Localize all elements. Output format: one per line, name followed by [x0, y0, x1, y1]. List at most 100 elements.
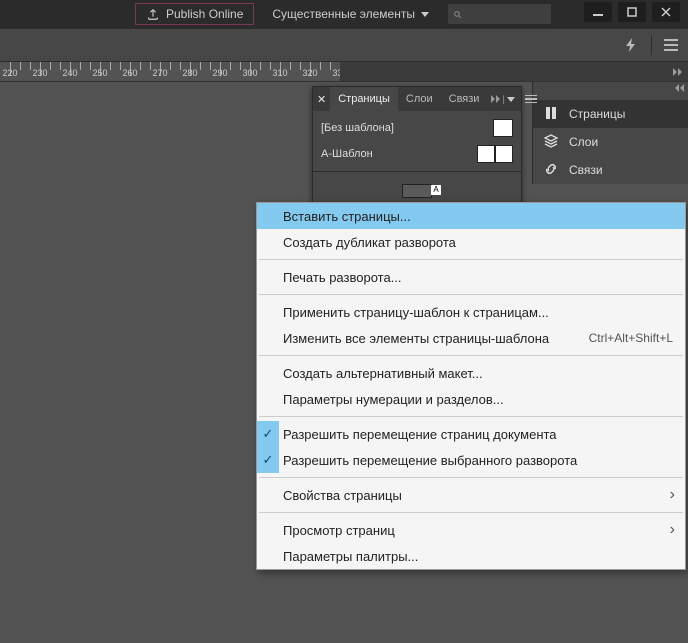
menu-separator	[259, 259, 683, 260]
menu-item[interactable]: Создать дубликат разворота	[257, 229, 685, 255]
menu-item-label: Параметры нумерации и разделов...	[283, 392, 504, 407]
horizontal-ruler: 220 230 240 250 260 270 280 290 300 310 320 330	[0, 62, 340, 82]
ruler-row: 220 230 240 250 260 270 280 290 300 310 320 330	[0, 62, 688, 82]
ruler-tick-label: 330	[332, 68, 340, 78]
menu-separator	[259, 477, 683, 478]
page-thumb-area: A	[321, 176, 513, 198]
master-thumb	[477, 145, 513, 163]
dock-item-pages[interactable]: Страницы	[533, 100, 688, 128]
minimize-icon	[593, 7, 603, 17]
links-icon	[543, 161, 559, 180]
chevron-down-icon	[421, 12, 429, 17]
dock-header	[533, 82, 688, 100]
context-menu: Вставить страницы... Создать дубликат раз…	[256, 202, 686, 570]
panel-cycle[interactable]: |	[487, 94, 518, 104]
panel-tab[interactable]: Страницы	[330, 87, 398, 111]
master-label: А-Шаблон	[321, 148, 373, 160]
menu-item[interactable]: Изменить все элементы страницы-шаблона Ct…	[257, 325, 685, 351]
window-controls	[584, 2, 680, 22]
panel-tab[interactable]: Связи	[441, 87, 488, 111]
ruler-tick-label: 320	[302, 68, 317, 78]
menu-item[interactable]: Применить страницу-шаблон к страницам...	[257, 299, 685, 325]
search-field[interactable]	[466, 7, 546, 22]
search-icon	[453, 8, 462, 21]
search-input[interactable]	[447, 3, 552, 25]
close-panel-icon[interactable]: ✕	[313, 93, 330, 106]
master-thumb	[493, 119, 513, 137]
pages-panel: ✕ СтраницыСлоиСвязи | [Без шаблона] А-Шаб…	[312, 86, 522, 207]
ruler-tick-label: 240	[62, 68, 77, 78]
close-icon	[661, 7, 671, 17]
menu-separator	[259, 512, 683, 513]
menu-item-label: Печать разворота...	[283, 270, 402, 285]
menu-item[interactable]: Вставить страницы...	[257, 203, 685, 229]
divider	[651, 35, 652, 55]
menu-item-label: Свойства страницы	[283, 488, 402, 503]
ruler-dark-area	[340, 62, 688, 81]
ruler-tick-label: 280	[182, 68, 197, 78]
menu-separator	[259, 416, 683, 417]
menu-item[interactable]: Свойства страницы	[257, 482, 685, 508]
page-master-badge: A	[431, 185, 441, 195]
menu-item-label: Разрешить перемещение выбранного разворо…	[283, 453, 577, 468]
expand-icon[interactable]	[675, 84, 684, 98]
ruler-tick-label: 260	[122, 68, 137, 78]
panel-tab[interactable]: Слои	[398, 87, 441, 111]
menu-item[interactable]: Параметры нумерации и разделов...	[257, 386, 685, 412]
menu-item-label: Создать дубликат разворота	[283, 235, 456, 250]
menu-item-label: Применить страницу-шаблон к страницам...	[283, 305, 549, 320]
dock-item-layers[interactable]: Слои	[533, 128, 688, 156]
master-label: [Без шаблона]	[321, 122, 394, 134]
workspace-label: Существенные элементы	[272, 7, 415, 21]
publish-online-button[interactable]: Publish Online	[135, 3, 254, 25]
pages-icon	[543, 105, 559, 124]
workspace-dropdown[interactable]: Существенные элементы	[264, 3, 437, 25]
ruler-tick-label: 270	[152, 68, 167, 78]
menu-item-label: Просмотр страниц	[283, 523, 395, 538]
layers-icon	[543, 133, 559, 152]
page-thumbnail[interactable]: A	[402, 184, 432, 198]
ruler-tick-label: 300	[242, 68, 257, 78]
maximize-button[interactable]	[618, 2, 646, 22]
publish-label: Publish Online	[166, 7, 243, 21]
menu-separator	[259, 294, 683, 295]
menu-item-label: Параметры палитры...	[283, 549, 418, 564]
panel-divider	[313, 171, 521, 172]
dock-item-links[interactable]: Связи	[533, 156, 688, 184]
panel-menu-icon[interactable]	[519, 95, 543, 104]
ruler-tick-label: 220	[2, 68, 17, 78]
ruler-tick-label: 290	[212, 68, 227, 78]
check-icon: ✓	[257, 421, 279, 447]
menu-item-label: Создать альтернативный макет...	[283, 366, 483, 381]
close-button[interactable]	[652, 2, 680, 22]
ruler-tick-label: 230	[32, 68, 47, 78]
panel-tabs: ✕ СтраницыСлоиСвязи |	[313, 87, 521, 111]
menu-item[interactable]: Создать альтернативный макет...	[257, 360, 685, 386]
menu-item-label: Изменить все элементы страницы-шаблона	[283, 331, 549, 346]
dock-item-label: Слои	[569, 135, 598, 149]
menu-item[interactable]: Параметры палитры...	[257, 543, 685, 569]
menu-item-label: Вставить страницы...	[283, 209, 411, 224]
ruler-tick-label: 310	[272, 68, 287, 78]
minimize-button[interactable]	[584, 2, 612, 22]
dock-item-label: Связи	[569, 163, 603, 177]
menu-item[interactable]: Печать разворота...	[257, 264, 685, 290]
control-bar	[0, 28, 688, 62]
menu-item[interactable]: ✓ Разрешить перемещение страниц документа	[257, 421, 685, 447]
menu-item[interactable]: Просмотр страниц	[257, 517, 685, 543]
publish-icon	[146, 7, 160, 21]
menu-item-label: Разрешить перемещение страниц документа	[283, 427, 557, 442]
panel-body: [Без шаблона] А-Шаблон A	[313, 111, 521, 206]
menu-shortcut: Ctrl+Alt+Shift+L	[589, 331, 673, 345]
menu-item[interactable]: ✓ Разрешить перемещение выбранного развор…	[257, 447, 685, 473]
master-page-row[interactable]: А-Шаблон	[321, 141, 513, 167]
check-icon: ✓	[257, 447, 279, 473]
maximize-icon	[627, 7, 637, 17]
panel-menu-button[interactable]	[664, 39, 678, 51]
collapse-icon[interactable]	[673, 68, 682, 76]
bolt-icon[interactable]	[623, 37, 639, 53]
ruler-tick-label: 250	[92, 68, 107, 78]
master-page-row[interactable]: [Без шаблона]	[321, 115, 513, 141]
right-dock: Страницы Слои Связи	[532, 82, 688, 184]
menu-separator	[259, 355, 683, 356]
